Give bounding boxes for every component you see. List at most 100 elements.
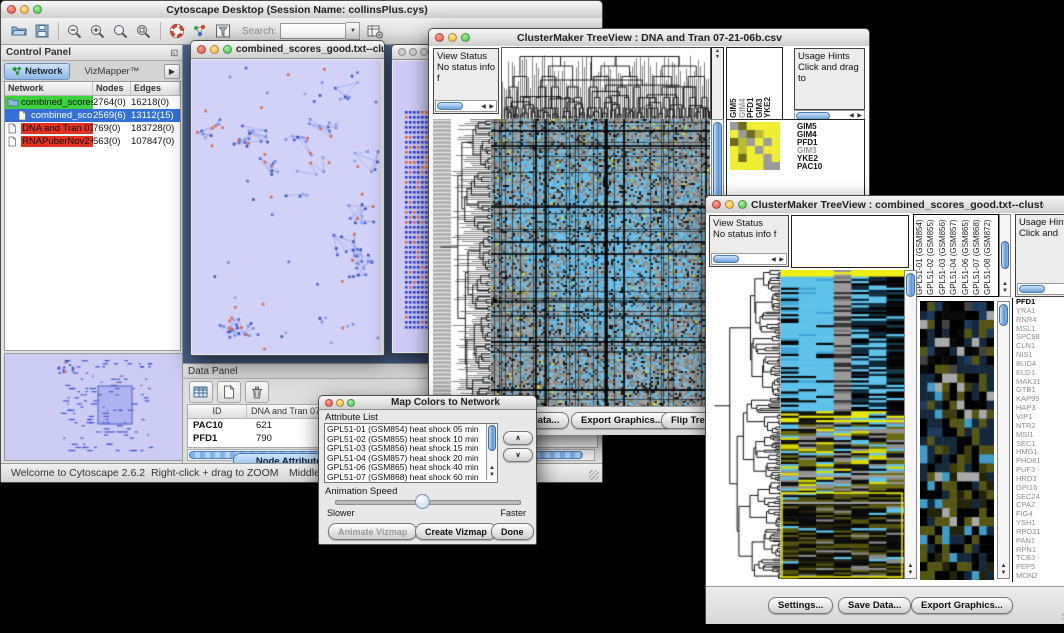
open-folder-icon[interactable] bbox=[9, 22, 29, 40]
gene-label[interactable]: HMG1 bbox=[1016, 448, 1064, 457]
scroll-arrows[interactable]: ◀ ▶ bbox=[849, 112, 863, 119]
gene-label[interactable]: KAP95 bbox=[1016, 395, 1064, 404]
close-icon[interactable] bbox=[398, 48, 406, 56]
zoom-in-icon[interactable] bbox=[88, 22, 108, 40]
zoom-heatmap-canvas[interactable] bbox=[920, 301, 994, 580]
global-heatmap-canvas[interactable] bbox=[781, 270, 904, 579]
gene-label[interactable]: MSL1 bbox=[1016, 325, 1064, 334]
animation-slider-thumb[interactable] bbox=[415, 494, 430, 509]
network-window-titlebar[interactable]: combined_scores_good.txt--cluste... bbox=[191, 41, 384, 59]
zoom-window-icon[interactable] bbox=[461, 33, 470, 42]
gene-label[interactable]: PAN1 bbox=[1016, 537, 1064, 546]
tab-network[interactable]: Network bbox=[4, 63, 70, 80]
gene-label[interactable]: GPI16 bbox=[1016, 484, 1064, 493]
gene-label[interactable]: NIS1 bbox=[1016, 351, 1064, 360]
close-icon[interactable] bbox=[7, 5, 16, 14]
search-combobox[interactable]: ▼ bbox=[280, 23, 360, 39]
export-graphics-button[interactable]: Export Graphics... bbox=[571, 412, 673, 429]
scroll-arrows[interactable]: ▲▼ bbox=[905, 563, 916, 577]
column-dendrogram-canvas[interactable] bbox=[501, 47, 711, 120]
gene-label[interactable]: GTB1 bbox=[1016, 386, 1064, 395]
gene-label[interactable]: PEP5 bbox=[1016, 563, 1064, 572]
treeview1-titlebar[interactable]: ClusterMaker TreeView : DNA and Tran 07-… bbox=[429, 29, 869, 47]
minimize-icon[interactable] bbox=[210, 45, 219, 54]
scroll-thumb[interactable] bbox=[999, 304, 1008, 326]
gene-label[interactable]: MSI1 bbox=[1016, 431, 1064, 440]
create-vizmap-button[interactable]: Create Vizmap bbox=[415, 523, 497, 540]
list-vscrollbar[interactable]: ▲▼ bbox=[486, 424, 497, 480]
gene-label[interactable]: RNR4 bbox=[1016, 316, 1064, 325]
gene-label[interactable]: ELG1 bbox=[1016, 369, 1064, 378]
zoom-window-icon[interactable] bbox=[33, 5, 42, 14]
zoom-actual-icon[interactable] bbox=[111, 22, 131, 40]
scroll-arrows[interactable]: ◀ ▶ bbox=[481, 102, 495, 113]
minimize-icon[interactable] bbox=[448, 33, 457, 42]
gene-label[interactable]: CPA2 bbox=[1016, 501, 1064, 510]
scroll-arrows[interactable]: ▲▼ bbox=[487, 465, 497, 479]
treeview2-titlebar[interactable]: ClusterMaker TreeView : combined_scores_… bbox=[706, 196, 1064, 214]
zoom-out-icon[interactable] bbox=[65, 22, 85, 40]
col-edges[interactable]: Edges bbox=[131, 82, 180, 95]
float-panel-icon[interactable]: ◱ bbox=[170, 48, 178, 57]
treeview2-column-tree-area[interactable] bbox=[791, 215, 909, 268]
scroll-thumb[interactable] bbox=[488, 425, 496, 451]
row-dendrogram-canvas[interactable] bbox=[709, 269, 781, 579]
zoom-fit-icon[interactable] bbox=[134, 22, 154, 40]
search-input[interactable] bbox=[280, 23, 346, 39]
gene-label[interactable]: PHO81 bbox=[1016, 457, 1064, 466]
gene-label[interactable]: MON2 bbox=[1016, 572, 1064, 581]
gene-label[interactable]: RPO21 bbox=[1016, 528, 1064, 537]
scroll-arrows[interactable]: ▲▼ bbox=[1000, 281, 1010, 295]
scroll-thumb[interactable] bbox=[906, 273, 915, 297]
gene-label[interactable]: YRA1 bbox=[1016, 307, 1064, 316]
main-titlebar[interactable]: Cytoscape Desktop (Session Name: collins… bbox=[1, 1, 602, 19]
gene-label[interactable]: PFD1 bbox=[1016, 298, 1064, 307]
col-id[interactable]: ID bbox=[188, 405, 247, 418]
zoom-window-icon[interactable] bbox=[738, 200, 747, 209]
scroll-thumb[interactable] bbox=[437, 102, 463, 110]
scroll-thumb[interactable] bbox=[1001, 241, 1009, 269]
close-icon[interactable] bbox=[325, 399, 333, 407]
close-icon[interactable] bbox=[197, 45, 206, 54]
similarity-matrix-canvas[interactable] bbox=[730, 122, 780, 170]
settings-button[interactable]: Settings... bbox=[768, 597, 833, 614]
row-label[interactable]: PAC10 bbox=[797, 163, 861, 171]
export-graphics-button[interactable]: Export Graphics... bbox=[911, 597, 1013, 614]
gene-label[interactable]: TCB3 bbox=[1016, 554, 1064, 563]
global-heatmap-vscrollbar[interactable]: ▲▼ bbox=[904, 270, 917, 579]
tab-overflow-button[interactable]: ▶ bbox=[164, 64, 180, 79]
zoom-window-icon[interactable] bbox=[223, 45, 232, 54]
network-table-header[interactable]: Network Nodes Edges bbox=[5, 82, 180, 96]
attribute-batch-icon[interactable] bbox=[365, 22, 385, 40]
scroll-thumb[interactable] bbox=[1019, 285, 1045, 293]
minimize-icon[interactable] bbox=[725, 200, 734, 209]
move-down-button[interactable]: ∨ bbox=[503, 448, 533, 462]
zoom-heatmap-vscrollbar[interactable]: ▲▼ bbox=[997, 301, 1010, 579]
col-network[interactable]: Network bbox=[5, 82, 93, 95]
col-nodes[interactable]: Nodes bbox=[93, 82, 131, 95]
zoom-window-icon[interactable] bbox=[420, 48, 428, 56]
column-labels-vscrollbar[interactable]: ▲▼ bbox=[999, 214, 1011, 297]
chevron-down-icon[interactable]: ▼ bbox=[346, 22, 360, 40]
gene-label[interactable]: PUF3 bbox=[1016, 466, 1064, 475]
gene-label[interactable]: SEC1 bbox=[1016, 440, 1064, 449]
gene-label[interactable]: MAK31 bbox=[1016, 378, 1064, 387]
animate-vizmap-button[interactable]: Animate Vizmap bbox=[328, 523, 417, 540]
network-tree-row[interactable]: DNA and Tran 07769(0)183728(0) bbox=[5, 122, 180, 135]
gene-label[interactable]: BUD4 bbox=[1016, 360, 1064, 369]
network-canvas[interactable] bbox=[192, 60, 381, 354]
gene-label[interactable]: HAP3 bbox=[1016, 404, 1064, 413]
scroll-arrows[interactable]: ◀ ▶ bbox=[771, 255, 785, 266]
trash-icon[interactable] bbox=[245, 381, 269, 403]
view-status-hscrollbar[interactable]: ◀ ▶ bbox=[435, 100, 497, 112]
gene-label[interactable]: VIP1 bbox=[1016, 413, 1064, 422]
minimize-icon[interactable] bbox=[20, 5, 29, 14]
attribute-list-item[interactable]: GPL51-07 (GSM868) heat shock 60 min bbox=[325, 473, 485, 483]
scroll-thumb[interactable] bbox=[713, 255, 739, 263]
gene-label[interactable]: RPN1 bbox=[1016, 546, 1064, 555]
table-icon[interactable] bbox=[189, 381, 213, 403]
view-status-hscrollbar[interactable]: ◀ ▶ bbox=[711, 253, 787, 265]
minimize-icon[interactable] bbox=[336, 399, 344, 407]
gene-label[interactable]: SEC24 bbox=[1016, 493, 1064, 502]
close-icon[interactable] bbox=[435, 33, 444, 42]
